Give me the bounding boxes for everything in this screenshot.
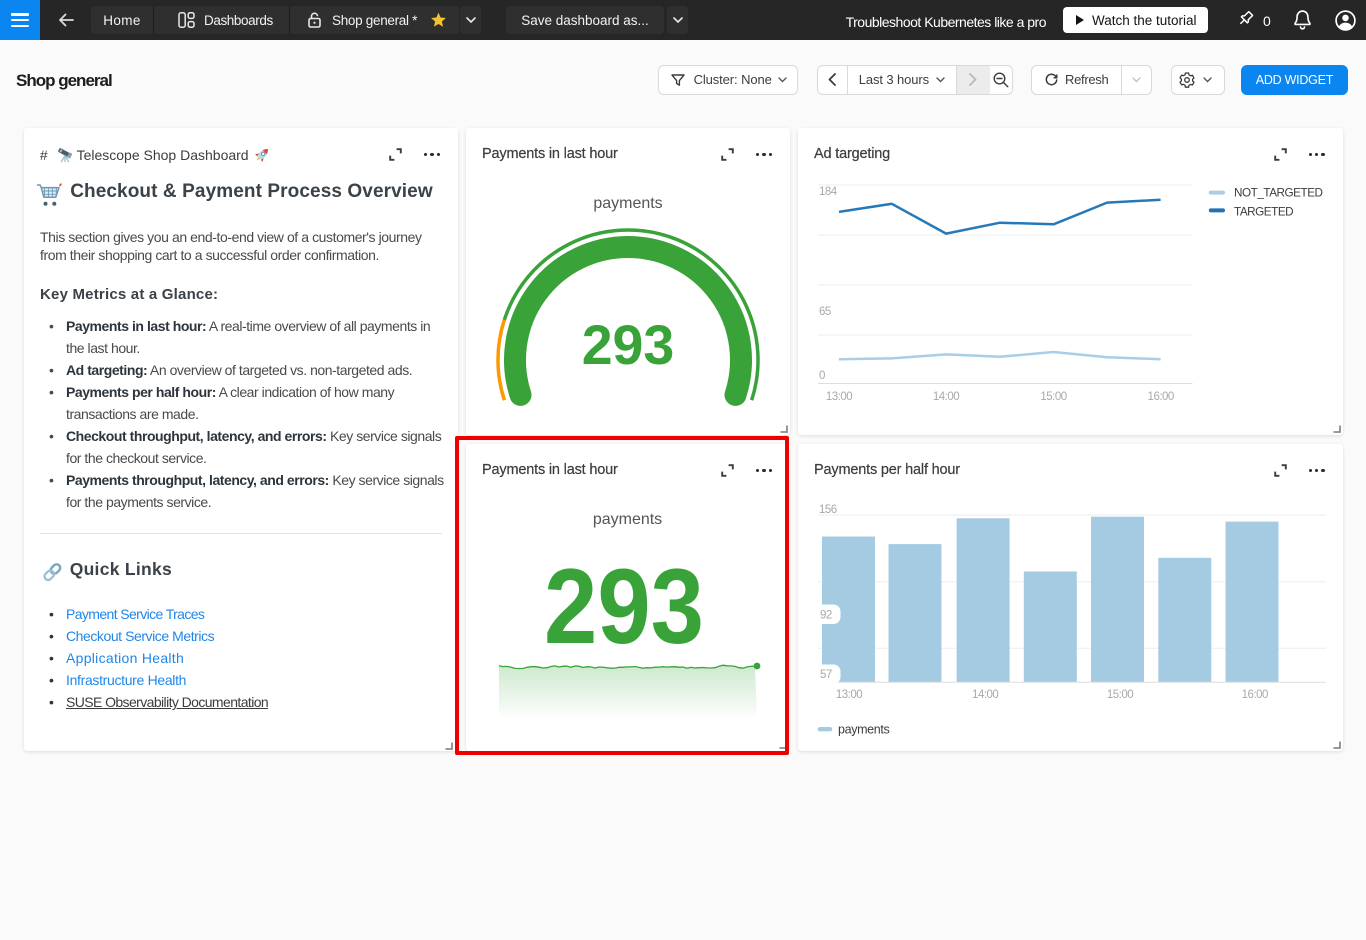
svg-text:16:00: 16:00 xyxy=(1148,391,1174,403)
svg-text:65: 65 xyxy=(819,306,831,318)
svg-text:57: 57 xyxy=(820,669,832,681)
svg-text:14:00: 14:00 xyxy=(972,689,998,701)
svg-text:16:00: 16:00 xyxy=(1242,689,1268,701)
svg-text:NOT_TARGETED: NOT_TARGETED xyxy=(1234,186,1323,199)
svg-text:15:00: 15:00 xyxy=(1040,391,1066,403)
svg-text:14:00: 14:00 xyxy=(933,391,959,403)
svg-text:TARGETED: TARGETED xyxy=(1234,206,1293,219)
svg-text:0: 0 xyxy=(819,370,825,382)
svg-text:15:00: 15:00 xyxy=(1107,689,1133,701)
svg-text:13:00: 13:00 xyxy=(826,391,852,403)
svg-text:13:00: 13:00 xyxy=(836,689,862,701)
svg-text:156: 156 xyxy=(819,504,837,516)
svg-text:184: 184 xyxy=(819,186,838,198)
svg-text:92: 92 xyxy=(820,610,832,622)
svg-text:payments: payments xyxy=(838,723,889,737)
